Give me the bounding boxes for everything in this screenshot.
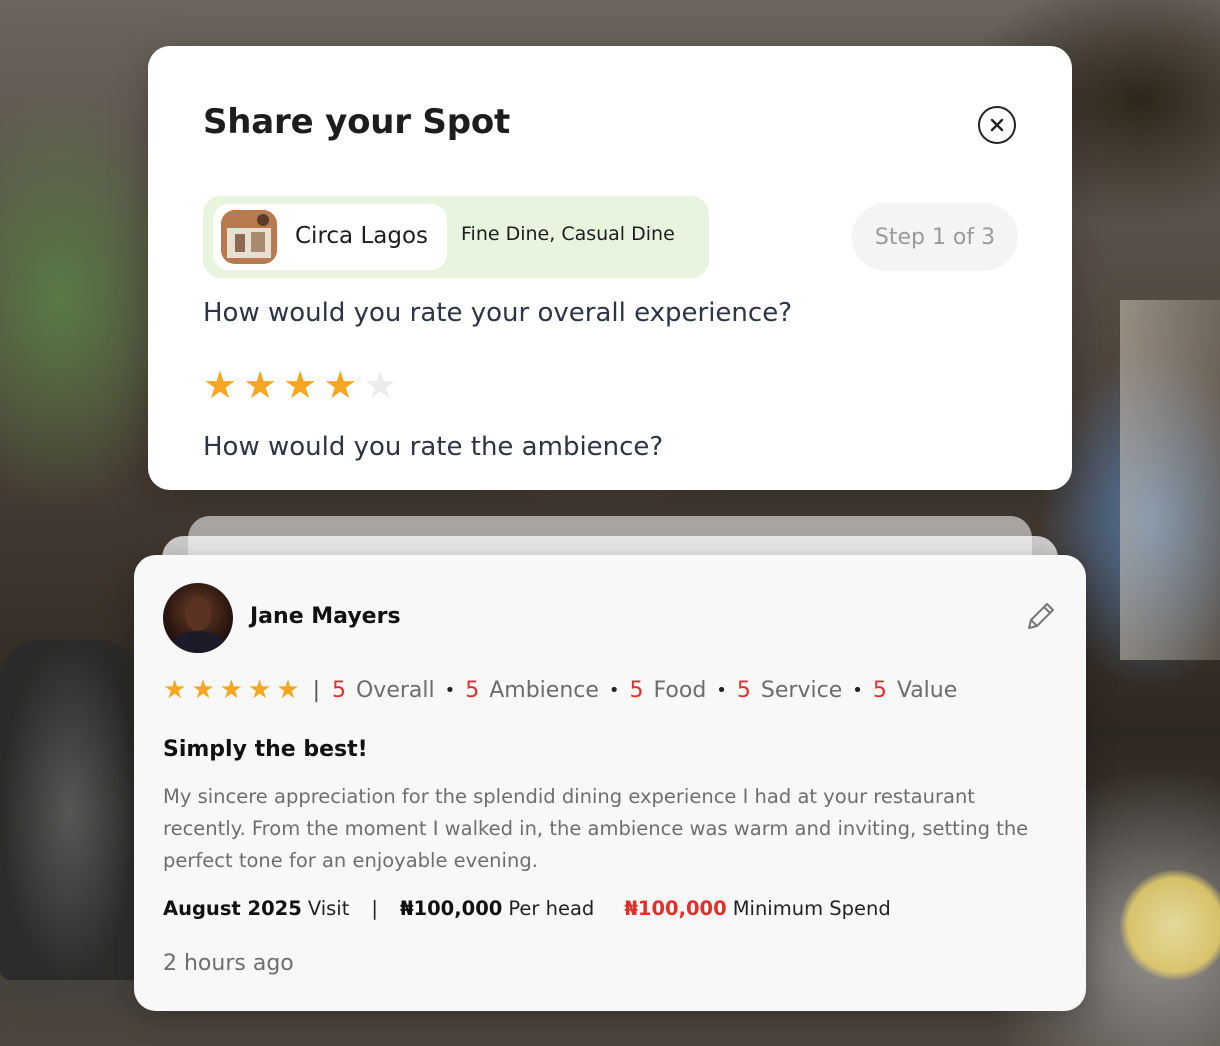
score-value: 5 — [331, 677, 346, 703]
per-head-label: Per head — [508, 897, 595, 920]
star-icon[interactable]: ★ — [283, 366, 317, 404]
venue-pill[interactable]: Circa Lagos Fine Dine, Casual Dine — [203, 196, 709, 278]
bullet-separator: • — [716, 679, 727, 701]
close-icon[interactable] — [978, 106, 1016, 144]
pencil-icon[interactable] — [1022, 599, 1058, 635]
reviewer-name: Jane Mayers — [250, 604, 401, 629]
star-icon[interactable]: ★ — [323, 366, 357, 404]
venue-name-chip: Circa Lagos — [213, 204, 447, 270]
review-body: My sincere appreciation for the splendid… — [163, 785, 1029, 872]
venue-name: Circa Lagos — [295, 223, 429, 249]
star-icon: ★ — [219, 675, 243, 705]
avatar-face — [185, 597, 211, 631]
bullet-separator: • — [444, 679, 456, 701]
score-value: 5 — [736, 677, 751, 703]
review-card: Jane Mayers ★ ★ ★ ★ ★ | 5 Overall • 5 Ambience • 5 Fo… — [134, 555, 1086, 1011]
visit-suffix: Visit — [307, 897, 350, 920]
overall-rating-input[interactable]: ★ ★ ★ ★ ★ — [203, 366, 397, 404]
divider: | — [371, 897, 378, 920]
score-value: 5 — [629, 677, 644, 703]
avatar — [163, 583, 233, 653]
per-head-amount: ₦100,000 — [399, 897, 503, 920]
divider: | — [312, 677, 320, 703]
avatar-shoulders — [171, 631, 225, 653]
min-spend-label: Minimum Spend — [732, 897, 891, 920]
score-value: 5 — [465, 677, 480, 703]
venue-categories: Fine Dine, Casual Dine — [461, 223, 675, 245]
step-indicator: Step 1 of 3 — [852, 203, 1018, 271]
score-label: Food — [653, 677, 707, 703]
score-label: Service — [760, 677, 843, 703]
star-icon[interactable]: ★ — [203, 366, 237, 404]
time-ago: 2 hours ago — [163, 951, 294, 976]
share-spot-modal: Share your Spot Circa Lagos Fine Dine, C… — [148, 46, 1072, 490]
background-lemon — [1120, 870, 1220, 980]
star-icon: ★ — [191, 675, 215, 705]
star-icon: ★ — [247, 675, 272, 705]
bullet-separator: • — [608, 679, 620, 701]
score-label: Overall — [355, 677, 435, 703]
visit-details-row: August 2025 Visit | ₦100,000 Per head ₦1… — [163, 897, 891, 920]
bullet-separator: • — [852, 679, 863, 701]
score-label: Value — [896, 677, 958, 703]
background-chair — [0, 640, 140, 980]
question-ambience: How would you rate the ambience? — [203, 432, 664, 462]
question-overall: How would you rate your overall experien… — [203, 298, 792, 328]
star-icon: ★ — [163, 675, 187, 705]
review-title: Simply the best! — [163, 737, 368, 762]
star-icon: ★ — [276, 675, 300, 705]
venue-thumbnail — [221, 210, 277, 264]
score-value: 5 — [872, 677, 887, 703]
background-pillar — [1120, 300, 1220, 660]
score-row: ★ ★ ★ ★ ★ | 5 Overall • 5 Ambience • 5 Food • 5 Service •… — [163, 677, 957, 703]
star-icon[interactable]: ★ — [243, 366, 277, 404]
score-label: Ambience — [489, 677, 599, 703]
modal-title: Share your Spot — [203, 102, 511, 142]
min-spend-amount: ₦100,000 — [624, 897, 727, 920]
visit-date: August 2025 — [163, 897, 302, 920]
star-icon[interactable]: ★ — [363, 366, 397, 404]
